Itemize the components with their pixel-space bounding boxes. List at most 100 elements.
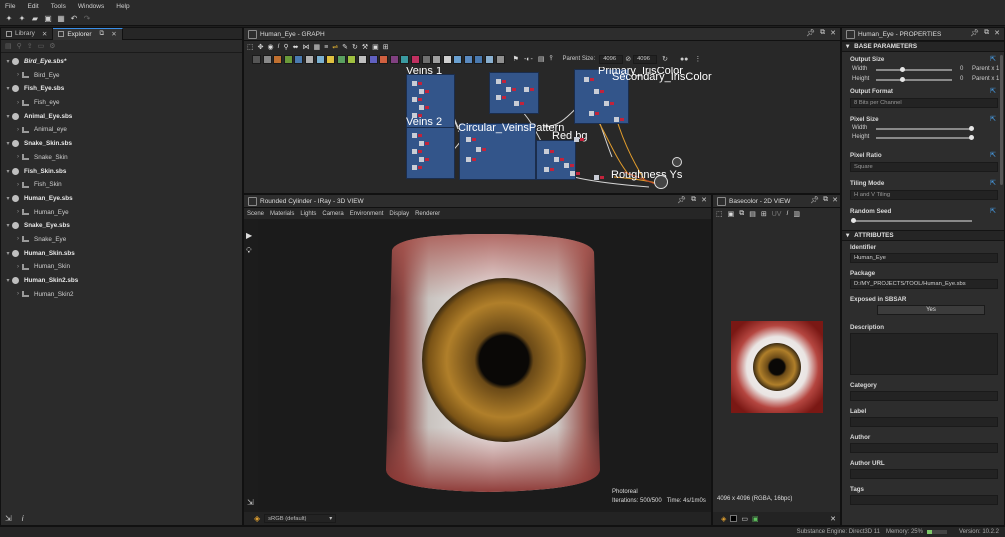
tree-graph-1[interactable]: › Fish_eye bbox=[4, 98, 242, 107]
node-output-port[interactable] bbox=[610, 102, 614, 105]
graph-node-27[interactable] bbox=[574, 137, 579, 142]
info-icon[interactable]: 𝑖 bbox=[786, 210, 788, 218]
atomic-node-icon-3[interactable] bbox=[283, 54, 293, 64]
graph-node-24[interactable] bbox=[604, 101, 609, 106]
close-icon[interactable]: ✕ bbox=[994, 29, 1000, 37]
atomic-node-icon-21[interactable] bbox=[474, 54, 484, 64]
folder-icon[interactable]: ▭ bbox=[38, 42, 45, 50]
watch-icon[interactable]: ⇲ bbox=[5, 514, 12, 523]
graph-node-29[interactable] bbox=[594, 175, 599, 180]
frame-icon[interactable]: ▦ bbox=[313, 43, 320, 51]
node-output-port[interactable] bbox=[482, 148, 486, 151]
reset-icon[interactable]: ⇱ bbox=[990, 207, 996, 215]
menu-materials[interactable]: Materials bbox=[270, 211, 294, 217]
node-output-port[interactable] bbox=[418, 98, 422, 101]
chevron-down-icon[interactable]: ▾ bbox=[4, 277, 12, 284]
link-icon[interactable]: ⇌ bbox=[332, 43, 338, 51]
tree-package-8[interactable]: ▾ Human_Skin2.sbs bbox=[4, 276, 242, 285]
pin-icon[interactable]: 📌︎ bbox=[677, 196, 686, 204]
graph-node-28[interactable] bbox=[570, 171, 575, 176]
float-icon[interactable]: ⧉ bbox=[691, 196, 696, 204]
menu-display[interactable]: Display bbox=[389, 211, 409, 217]
chevron-right-icon[interactable]: › bbox=[14, 182, 22, 188]
save-icon[interactable]: ▣ bbox=[728, 210, 735, 218]
height-slider[interactable] bbox=[876, 79, 952, 81]
node-output-port[interactable] bbox=[472, 158, 476, 161]
width-slider-handle[interactable] bbox=[900, 67, 905, 72]
float-icon[interactable]: ⧉ bbox=[100, 30, 105, 38]
pin-icon[interactable]: 📌︎ bbox=[806, 29, 815, 37]
graph-node-19[interactable] bbox=[554, 157, 559, 162]
atomic-node-icon-18[interactable] bbox=[442, 54, 452, 64]
graph-node-13[interactable] bbox=[496, 79, 501, 84]
save-all-icon[interactable]: ▦ bbox=[56, 14, 66, 24]
graph-node-7[interactable] bbox=[412, 149, 417, 154]
publish-icon[interactable]: ⇪ bbox=[27, 42, 33, 50]
node-output-port[interactable] bbox=[550, 150, 554, 153]
channel-icon[interactable]: ▭ bbox=[741, 515, 748, 523]
select-icon[interactable]: ⬚ bbox=[247, 43, 254, 51]
pixel-height-slider[interactable] bbox=[876, 137, 972, 139]
reset-icon[interactable]: ⇱ bbox=[990, 179, 996, 187]
menu-edit[interactable]: Edit bbox=[27, 3, 38, 10]
save-icon[interactable]: ▣ bbox=[43, 14, 53, 24]
graph-node-2[interactable] bbox=[412, 97, 417, 102]
atomic-node-icon-15[interactable] bbox=[410, 54, 420, 64]
node-output-port[interactable] bbox=[600, 176, 604, 179]
menu-renderer[interactable]: Renderer bbox=[415, 211, 440, 217]
tree-graph-2[interactable]: › Animal_eye bbox=[4, 125, 242, 134]
size-x-select[interactable]: 4096 bbox=[599, 54, 624, 64]
close-icon[interactable]: ✕ bbox=[42, 30, 47, 38]
atomic-node-icon-4[interactable] bbox=[294, 54, 304, 64]
grid-icon[interactable]: ⊞ bbox=[383, 43, 389, 51]
copy-icon[interactable]: ⧉ bbox=[739, 210, 744, 218]
graph-node-6[interactable] bbox=[419, 141, 424, 146]
graph-node-8[interactable] bbox=[419, 157, 424, 162]
graph-node-18[interactable] bbox=[544, 149, 549, 154]
close-icon[interactable]: ✕ bbox=[701, 196, 707, 204]
atomic-node-icon-2[interactable] bbox=[273, 54, 283, 64]
chevron-down-icon[interactable]: ▾ bbox=[4, 222, 12, 229]
pixel-ratio-select[interactable]: Square bbox=[850, 162, 998, 172]
output-node-2[interactable] bbox=[672, 157, 682, 167]
graph-node-20[interactable] bbox=[544, 167, 549, 172]
menu-file[interactable]: File bbox=[5, 3, 15, 10]
graph-node-12[interactable] bbox=[466, 157, 471, 162]
close-icon[interactable]: ✕ bbox=[830, 29, 836, 37]
size-y-select[interactable]: 4096 bbox=[633, 54, 658, 64]
node-output-port[interactable] bbox=[530, 88, 534, 91]
atomic-node-icon-17[interactable] bbox=[432, 54, 442, 64]
float-icon[interactable]: ⧉ bbox=[820, 29, 825, 37]
pixel-width-handle[interactable] bbox=[969, 126, 974, 131]
description-input[interactable] bbox=[850, 333, 998, 375]
chevron-down-icon[interactable]: ▾ bbox=[4, 168, 12, 175]
graph-node-14[interactable] bbox=[506, 87, 511, 92]
atomic-node-icon-19[interactable] bbox=[453, 54, 463, 64]
reset-icon[interactable]: ⇱ bbox=[990, 87, 996, 95]
label-input[interactable] bbox=[850, 417, 998, 427]
node-output-port[interactable] bbox=[425, 90, 429, 93]
atomic-node-icon-0[interactable] bbox=[252, 54, 261, 64]
graph-node-0[interactable] bbox=[412, 81, 417, 86]
output-icon[interactable]: -◐- bbox=[524, 56, 533, 63]
properties-scrollbar[interactable] bbox=[1000, 55, 1003, 185]
author-url-input[interactable] bbox=[850, 469, 998, 479]
chevron-right-icon[interactable]: › bbox=[14, 209, 22, 215]
menu-lights[interactable]: Lights bbox=[300, 211, 316, 217]
node-output-port[interactable] bbox=[620, 118, 624, 121]
chevron-right-icon[interactable]: › bbox=[14, 127, 22, 133]
atomic-node-icon-22[interactable] bbox=[485, 54, 495, 64]
chevron-down-icon[interactable]: ▾ bbox=[4, 85, 12, 92]
new-icon[interactable]: ▤ bbox=[5, 42, 12, 50]
chevron-right-icon[interactable]: › bbox=[14, 236, 22, 242]
node-output-port[interactable] bbox=[418, 166, 422, 169]
node-output-port[interactable] bbox=[550, 168, 554, 171]
atomic-node-icon-1[interactable] bbox=[262, 54, 272, 64]
tree-graph-3[interactable]: › Snake_Skin bbox=[4, 153, 242, 162]
tiling-mode-select[interactable]: H and V Tiling bbox=[850, 190, 998, 200]
layers-icon[interactable]: ◈ bbox=[254, 514, 260, 523]
graph-canvas[interactable]: Veins 1 Veins 2 Circular_VeinsPattern Re… bbox=[244, 67, 840, 193]
atomic-node-icon-23[interactable] bbox=[495, 54, 505, 64]
graph-node-23[interactable] bbox=[594, 89, 599, 94]
node-output-port[interactable] bbox=[425, 106, 429, 109]
